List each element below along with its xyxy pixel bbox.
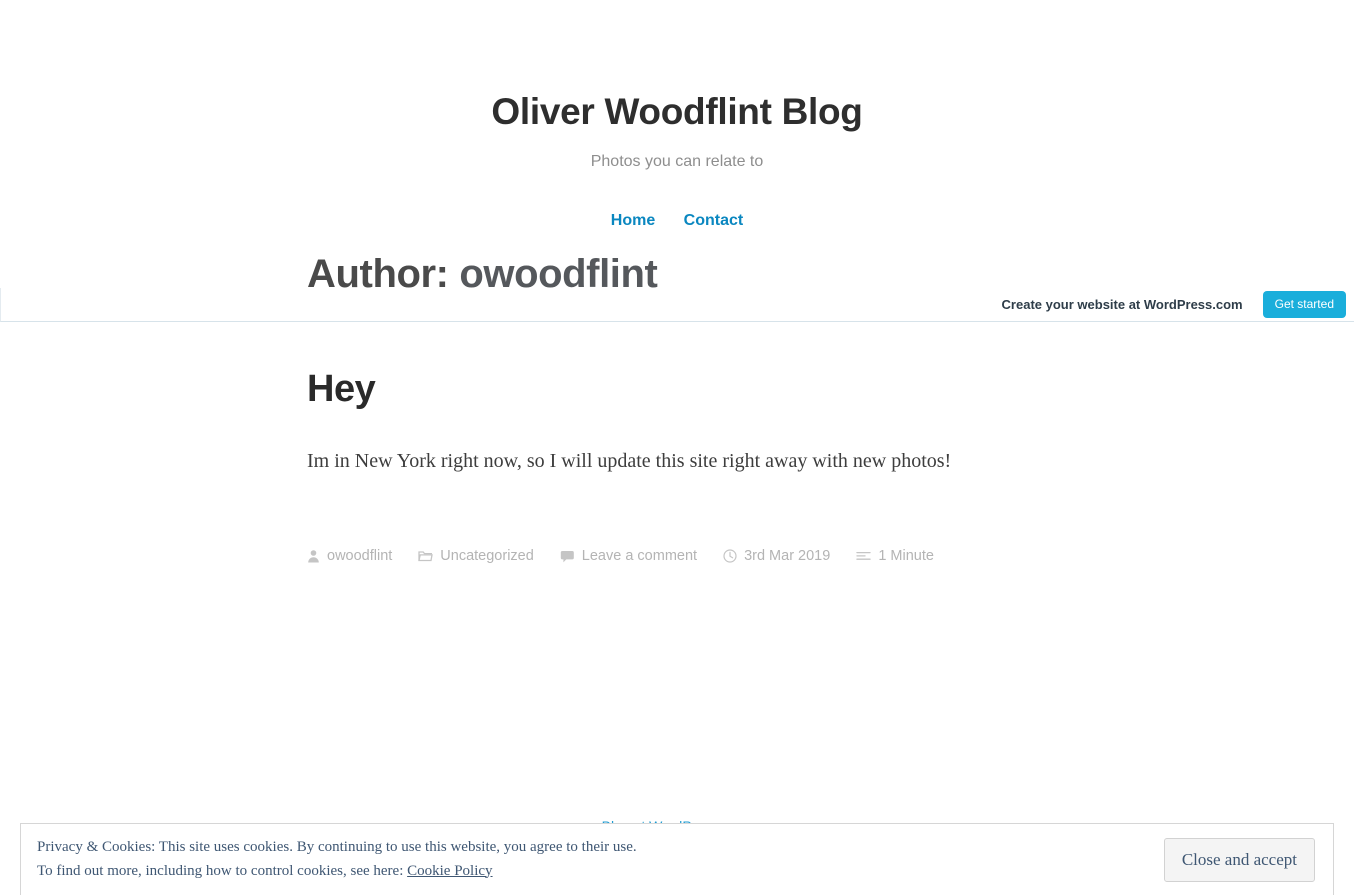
cookie-banner-line1: Privacy & Cookies: This site uses cookie… <box>37 839 637 856</box>
post-meta: owoodflint Uncategorized Leave a comment… <box>307 476 1354 564</box>
post-meta-date-label: 3rd Mar 2019 <box>744 548 831 565</box>
wordpress-promo-banner: Create your website at WordPress.com Get… <box>0 288 1354 322</box>
post-meta-comments-label: Leave a comment <box>581 548 698 565</box>
post-meta-author-label: owoodflint <box>327 548 393 565</box>
person-icon <box>307 549 320 563</box>
site-title: Oliver Woodflint Blog <box>491 91 863 132</box>
nav-link-contact[interactable]: Contact <box>684 212 744 230</box>
post-meta-category[interactable]: Uncategorized <box>418 548 534 564</box>
cookie-banner-line2: To find out more, including how to contr… <box>37 862 404 879</box>
folder-icon <box>418 549 434 563</box>
post-meta-comments[interactable]: Leave a comment <box>560 548 697 564</box>
close-and-accept-button[interactable]: Close and accept <box>1163 837 1315 882</box>
post-body-text: Im in New York right now, so I will upda… <box>307 450 952 473</box>
nav-link-home[interactable]: Home <box>611 212 655 230</box>
promo-banner-text: Create your website at WordPress.com <box>1001 297 1243 312</box>
comment-bubble-icon <box>560 549 575 563</box>
post-meta-date[interactable]: 3rd Mar 2019 <box>723 548 830 564</box>
text-lines-icon <box>856 549 871 563</box>
main-navigation: Home Contact <box>0 171 1354 230</box>
post-article: Hey Im in New York right now, so I will … <box>307 297 1354 565</box>
post-meta-reading-time: 1 Minute <box>856 548 934 564</box>
post-meta-category-label: Uncategorized <box>440 548 534 565</box>
site-header: Oliver Woodflint Blog Photos you can rel… <box>0 0 1354 230</box>
post-meta-author[interactable]: owoodflint <box>307 548 392 564</box>
post-title[interactable]: Hey <box>307 368 1354 411</box>
post-meta-reading-time-label: 1 Minute <box>878 548 934 565</box>
main-content: Author: owoodflint Hey Im in New York ri… <box>0 230 1354 565</box>
get-started-button[interactable]: Get started <box>1262 291 1346 318</box>
clock-icon <box>723 549 737 564</box>
cookie-consent-banner: Privacy & Cookies: This site uses cookie… <box>20 823 1334 895</box>
cookie-banner-text: Privacy & Cookies: This site uses cookie… <box>37 836 1164 883</box>
cookie-policy-link[interactable]: Cookie Policy <box>407 863 492 879</box>
site-tagline: Photos you can relate to <box>590 152 764 170</box>
